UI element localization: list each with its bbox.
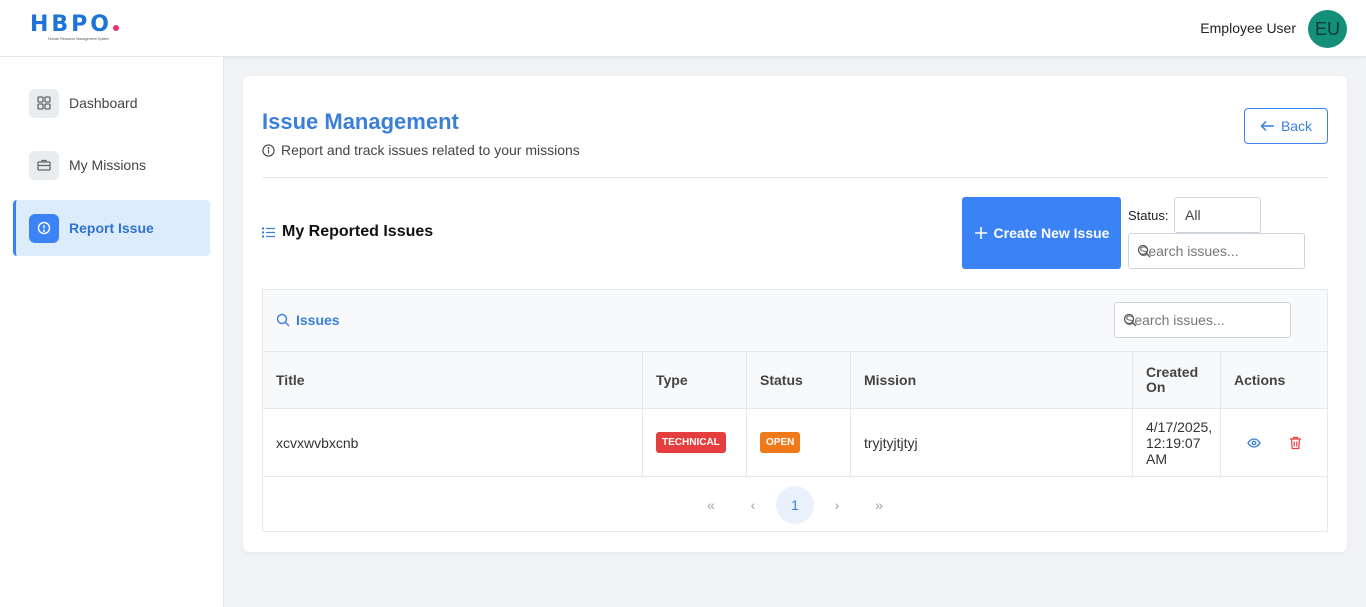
column-header-actions: Actions	[1234, 372, 1286, 388]
status-badge: OPEN	[760, 432, 801, 453]
sidebar-item-label: Dashboard	[69, 95, 138, 111]
section-title: My Reported Issues	[262, 223, 433, 241]
status-filter-label: Status:	[1128, 208, 1169, 223]
search-input[interactable]: Search issues...	[1128, 233, 1305, 269]
page-subtitle-text: Report and track issues related to your …	[281, 142, 580, 158]
last-page-button[interactable]: »	[860, 486, 898, 524]
sidebar-item-label: My Missions	[69, 157, 147, 173]
sidebar-item-dashboard[interactable]: Dashboard	[13, 75, 210, 131]
sidebar-item-label: Report Issue	[69, 220, 154, 236]
plus-icon	[974, 227, 987, 239]
sidebar-item-my-missions[interactable]: My Missions	[13, 137, 210, 193]
issues-table: Issues Search issues... Title Type Statu…	[262, 289, 1328, 532]
table-toolbar: Issues Search issues...	[263, 290, 1327, 352]
divider	[262, 177, 1328, 178]
table-row[interactable]: xcvxwvbxcnb TECHNICAL OPEN tryjtyjtjtyj …	[263, 409, 1327, 477]
back-button[interactable]: Back	[1244, 108, 1328, 144]
table-search-input[interactable]: Search issues...	[1114, 302, 1291, 338]
page-subtitle: Report and track issues related to your …	[262, 142, 580, 158]
back-button-label: Back	[1280, 118, 1313, 134]
cell-created-on: 4/17/2025, 12:19:07 AM	[1133, 409, 1221, 476]
table-heading: Issues	[276, 312, 340, 328]
page-title: Issue Management	[262, 109, 459, 134]
trash-icon[interactable]	[1289, 436, 1302, 450]
cell-title: xcvxwvbxcnb	[263, 409, 643, 476]
briefcase-icon	[29, 150, 59, 180]
search-icon	[276, 313, 290, 327]
column-header-status[interactable]: Status	[747, 352, 851, 408]
status-filter-select[interactable]: All	[1174, 197, 1261, 233]
column-header-title[interactable]: Title	[263, 352, 643, 408]
logo-text: HBPO	[30, 12, 113, 37]
grid-icon	[29, 88, 59, 118]
pagination: « ‹ 1 › »	[263, 477, 1327, 532]
column-header-created-on[interactable]: Created On	[1133, 352, 1221, 408]
list-icon	[262, 226, 275, 238]
avatar[interactable]: EU	[1308, 10, 1347, 48]
logo-subtitle: Human Resource Management System	[48, 37, 110, 41]
prev-page-button[interactable]: ‹	[734, 486, 772, 524]
created-on-text: 4/17/2025, 12:19:07 AM	[1146, 418, 1213, 467]
logo[interactable]: HBPO Human Resource Management System	[30, 14, 125, 44]
info-icon	[262, 143, 275, 157]
type-badge: TECHNICAL	[656, 432, 726, 453]
search-icon	[1123, 313, 1137, 327]
create-button-label: Create New Issue	[993, 225, 1110, 241]
main-card: Issue Management Report and track issues…	[243, 76, 1347, 552]
search-placeholder: Search issues...	[1139, 243, 1239, 259]
page-button-current[interactable]: 1	[776, 486, 814, 524]
sidebar-item-report-issue[interactable]: Report Issue	[13, 200, 210, 256]
table-search-placeholder: Search issues...	[1125, 312, 1225, 328]
eye-icon[interactable]	[1247, 437, 1261, 448]
cell-mission: tryjtyjtjtyj	[851, 409, 1133, 476]
table-heading-text: Issues	[296, 312, 340, 328]
alert-circle-icon	[29, 213, 59, 243]
user-name: Employee User	[1200, 20, 1296, 36]
column-header-type[interactable]: Type	[643, 352, 747, 408]
cell-type: TECHNICAL	[643, 409, 747, 476]
cell-status: OPEN	[747, 409, 851, 476]
column-header-mission[interactable]: Mission	[851, 352, 1133, 408]
next-page-button[interactable]: ›	[818, 486, 856, 524]
sidebar: Dashboard My Missions Report Issue	[0, 57, 224, 607]
first-page-button[interactable]: «	[692, 486, 730, 524]
top-bar: HBPO Human Resource Management System Em…	[0, 0, 1366, 57]
section-title-text: My Reported Issues	[282, 223, 434, 240]
arrow-left-icon	[1260, 120, 1274, 132]
table-header-row: Title Type Status Mission Created On Act…	[263, 352, 1327, 409]
create-new-issue-button[interactable]: Create New Issue	[962, 197, 1121, 269]
cell-actions	[1221, 409, 1327, 476]
search-icon	[1137, 244, 1151, 258]
logo-dot	[113, 25, 120, 31]
